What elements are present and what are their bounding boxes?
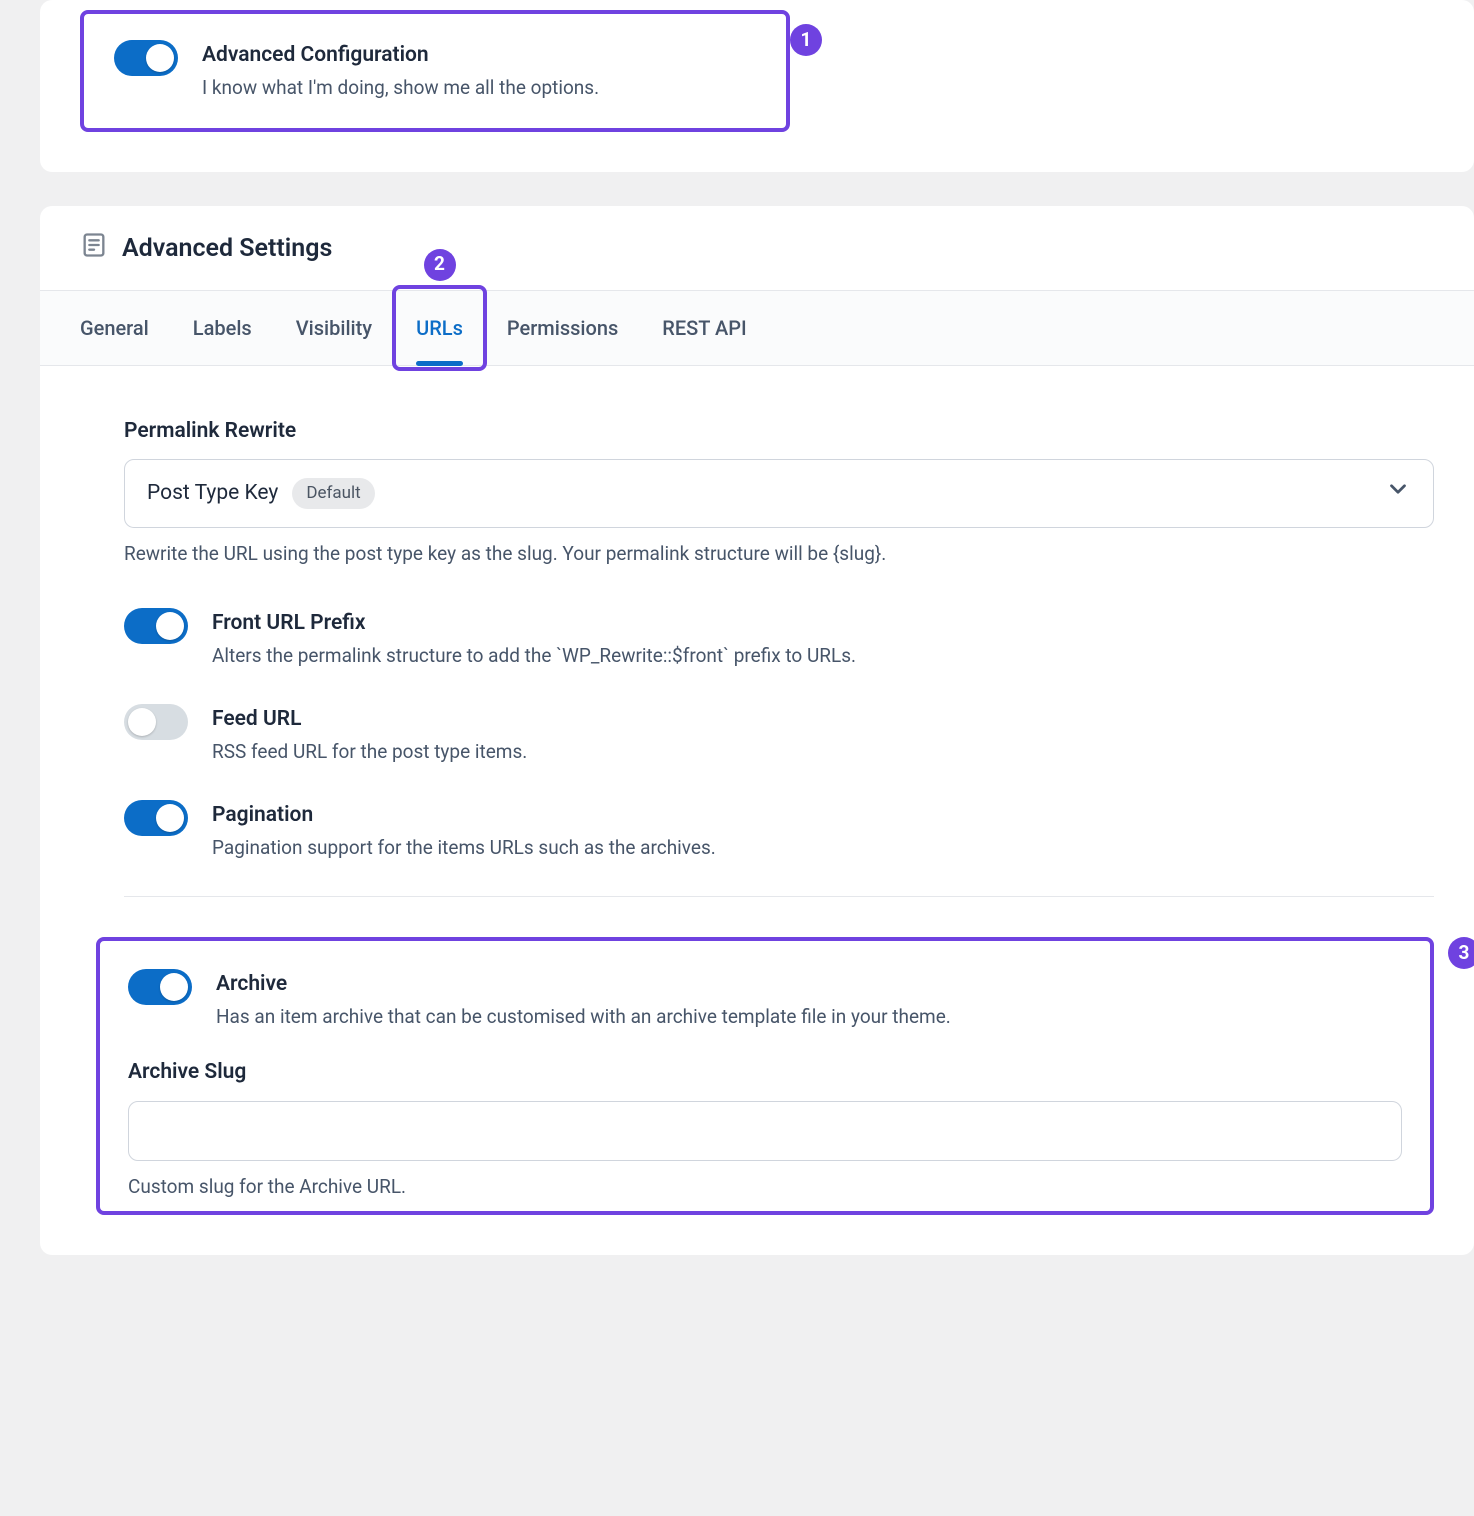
- front-url-prefix-title: Front URL Prefix: [212, 608, 856, 640]
- advanced-config-desc: I know what I'm doing, show me all the o…: [202, 74, 599, 103]
- permalink-rewrite-field: Permalink Rewrite Post Type Key Default …: [124, 416, 1434, 569]
- feed-url-desc: RSS feed URL for the post type items.: [212, 738, 527, 767]
- feed-url-row: Feed URL RSS feed URL for the post type …: [124, 704, 1434, 766]
- advanced-config-toggle[interactable]: [114, 40, 178, 76]
- feed-url-title: Feed URL: [212, 704, 527, 736]
- front-url-prefix-row: Front URL Prefix Alters the permalink st…: [124, 608, 1434, 670]
- tab-urls[interactable]: URLs: [416, 291, 463, 365]
- pagination-row: Pagination Pagination support for the it…: [124, 800, 1434, 862]
- tab-visibility[interactable]: Visibility: [296, 291, 372, 365]
- permalink-rewrite-value: Post Type Key: [147, 478, 278, 510]
- advanced-config-text: Advanced Configuration I know what I'm d…: [202, 40, 599, 102]
- section-title: Advanced Settings: [122, 230, 332, 268]
- permalink-rewrite-help: Rewrite the URL using the post type key …: [124, 540, 1434, 569]
- tab-labels[interactable]: Labels: [193, 291, 252, 365]
- permalink-rewrite-label: Permalink Rewrite: [124, 416, 1434, 448]
- chevron-down-icon: [1385, 476, 1411, 511]
- pagination-title: Pagination: [212, 800, 716, 832]
- archive-slug-label: Archive Slug: [128, 1057, 1402, 1089]
- advanced-config-title: Advanced Configuration: [202, 40, 599, 72]
- permalink-rewrite-badge: Default: [292, 478, 374, 510]
- pagination-desc: Pagination support for the items URLs su…: [212, 834, 716, 863]
- tab-rest-api[interactable]: REST API: [662, 291, 746, 365]
- panel-header: Advanced Settings: [40, 206, 1474, 291]
- pagination-toggle[interactable]: [124, 800, 188, 836]
- front-url-prefix-toggle[interactable]: [124, 608, 188, 644]
- highlight-3-wrap: 3 Archive Has an item archive that can b…: [124, 937, 1434, 1215]
- tabs: General Labels Visibility 2 URLs Permiss…: [40, 291, 1474, 366]
- tab-general[interactable]: General: [80, 291, 149, 365]
- panel-advanced-config: 1 Advanced Configuration I know what I'm…: [40, 0, 1474, 172]
- callout-badge-3: 3: [1448, 937, 1474, 969]
- archive-slug-input[interactable]: [128, 1101, 1402, 1161]
- archive-toggle[interactable]: [128, 969, 192, 1005]
- tab-permissions[interactable]: Permissions: [507, 291, 618, 365]
- callout-badge-1: 1: [790, 24, 822, 56]
- archive-row: Archive Has an item archive that can be …: [128, 969, 1402, 1031]
- highlight-1: 1 Advanced Configuration I know what I'm…: [80, 10, 790, 132]
- archive-slug-help: Custom slug for the Archive URL.: [128, 1173, 1402, 1202]
- tab-urls-wrap: 2 URLs: [416, 291, 463, 365]
- archive-title: Archive: [216, 969, 951, 1001]
- document-icon: [80, 231, 108, 268]
- archive-desc: Has an item archive that can be customis…: [216, 1003, 951, 1032]
- front-url-prefix-desc: Alters the permalink structure to add th…: [212, 642, 856, 671]
- divider: [124, 896, 1434, 897]
- feed-url-toggle[interactable]: [124, 704, 188, 740]
- tab-content: Permalink Rewrite Post Type Key Default …: [40, 366, 1474, 1256]
- permalink-rewrite-select[interactable]: Post Type Key Default: [124, 459, 1434, 528]
- highlight-3: Archive Has an item archive that can be …: [96, 937, 1434, 1215]
- panel-advanced-settings: Advanced Settings General Labels Visibil…: [40, 206, 1474, 1255]
- callout-badge-2: 2: [424, 249, 456, 281]
